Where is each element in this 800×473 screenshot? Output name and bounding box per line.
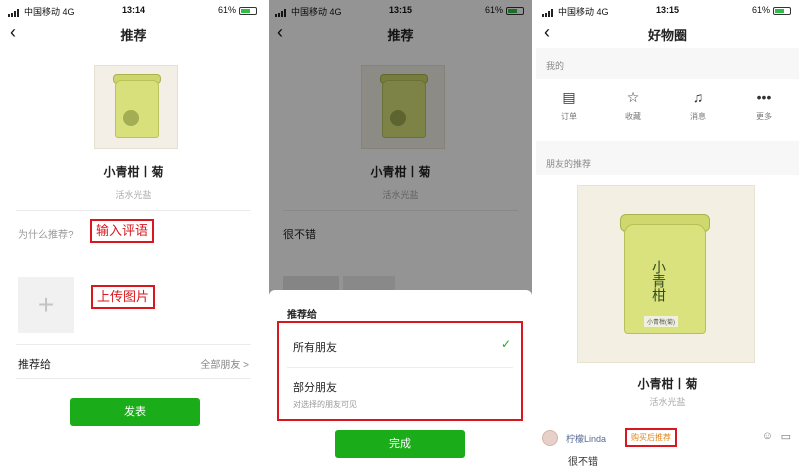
status-bar: 中国移动 4G 13:15 61% <box>536 0 799 20</box>
product-subtitle: 活水光盐 <box>115 190 152 200</box>
divider <box>16 378 251 379</box>
page-title: 好物圈 <box>647 28 687 43</box>
audience-sheet: 推荐给 所有朋友 ✓ 部分朋友 对选择的朋友可见 完成 <box>269 290 532 473</box>
checkmark-icon: ✓ <box>500 337 511 351</box>
bought-badge: 购买后推荐 <box>625 428 677 447</box>
menu-label: 消息 <box>690 112 706 121</box>
battery-icon <box>773 6 791 15</box>
product-name: 小青柑丨菊 <box>637 377 698 391</box>
recommend-to-selector[interactable]: 全部朋友 > <box>200 356 249 371</box>
battery-level: 61% <box>217 5 236 15</box>
battery-icon <box>239 6 257 15</box>
nav-bar: ‹ 推荐 <box>2 20 265 46</box>
option-some-friends[interactable]: 部分朋友 <box>293 379 337 395</box>
section-friends-label: 朋友的推荐 <box>546 159 592 169</box>
my-menu: ▤ 订单 ☆ 收藏 ♫ 消息 ••• 更多 <box>536 79 799 141</box>
product-image[interactable]: 小青柑 小青柑(菊) <box>577 185 755 363</box>
comment-input-annotation[interactable]: 输入评语 <box>90 219 155 243</box>
order-icon: ▤ <box>562 89 576 105</box>
option-all-friends[interactable]: 所有朋友 <box>293 339 337 355</box>
product-name: 小青柑丨菊 <box>103 165 164 179</box>
divider <box>16 210 251 211</box>
avatar[interactable] <box>542 430 558 446</box>
recommend-audience-screen: 中国移动 4G 13:15 61% ‹ 推荐 小青柑丨菊 活水光盐 很不错 推荐… <box>269 0 532 473</box>
more-icon: ••• <box>756 89 772 105</box>
divider <box>287 367 513 368</box>
nav-bar: ‹ 好物圈 <box>536 20 799 46</box>
status-bar: 中国移动 4G 13:14 61% <box>2 0 265 20</box>
sheet-title: 推荐给 <box>287 310 317 321</box>
menu-label: 订单 <box>561 112 577 121</box>
recommender-row: 柠檬Linda 购买后推荐 ☺ ▭ <box>536 428 799 448</box>
haowuquan-screen: 中国移动 4G 13:15 61% ‹ 好物圈 我的 ▤ 订单 ☆ 收藏 ♫ 消… <box>536 0 799 473</box>
recommendation-comment: 很不错 <box>568 457 598 468</box>
smile-icon[interactable]: ☺ <box>762 430 773 442</box>
menu-favorites[interactable]: ☆ 收藏 <box>603 89 663 122</box>
option-some-friends-desc: 对选择的朋友可见 <box>293 400 357 409</box>
recommend-to-label: 推荐给 <box>18 359 51 371</box>
bell-icon: ♫ <box>692 89 704 105</box>
recommend-screen: 中国移动 4G 13:14 61% ‹ 推荐 小青柑丨菊 活水光盐 为什么推荐?… <box>2 0 265 473</box>
menu-orders[interactable]: ▤ 订单 <box>539 89 599 122</box>
battery-level: 61% <box>751 5 770 15</box>
tin-label: 小青柑(菊) <box>644 316 678 327</box>
comment-icon[interactable]: ▭ <box>781 430 791 443</box>
recommender-name[interactable]: 柠檬Linda <box>566 432 606 445</box>
section-mine-label: 我的 <box>546 61 565 71</box>
done-button[interactable]: 完成 <box>335 430 465 458</box>
upload-image-button[interactable]: + <box>18 277 74 333</box>
friend-recommendation-card[interactable]: 小青柑 小青柑(菊) 小青柑丨菊 活水光盐 柠檬Linda 购买后推荐 ☺ ▭ … <box>536 175 799 473</box>
product-subtitle: 活水光盐 <box>649 397 686 407</box>
plus-icon: + <box>37 289 55 320</box>
publish-button[interactable]: 发表 <box>70 398 200 426</box>
menu-more[interactable]: ••• 更多 <box>734 89 794 122</box>
page-title: 推荐 <box>120 28 147 43</box>
divider <box>16 344 251 345</box>
audience-options: 所有朋友 ✓ 部分朋友 对选择的朋友可见 <box>277 321 523 421</box>
menu-messages[interactable]: ♫ 消息 <box>668 89 728 122</box>
star-icon: ☆ <box>626 89 640 105</box>
tin-text: 小青柑 <box>650 260 666 302</box>
menu-label: 更多 <box>756 112 772 121</box>
upload-image-annotation: 上传图片 <box>91 285 156 309</box>
why-recommend-label: 为什么推荐? <box>18 230 74 241</box>
product-image <box>94 65 178 149</box>
menu-label: 收藏 <box>625 112 641 121</box>
